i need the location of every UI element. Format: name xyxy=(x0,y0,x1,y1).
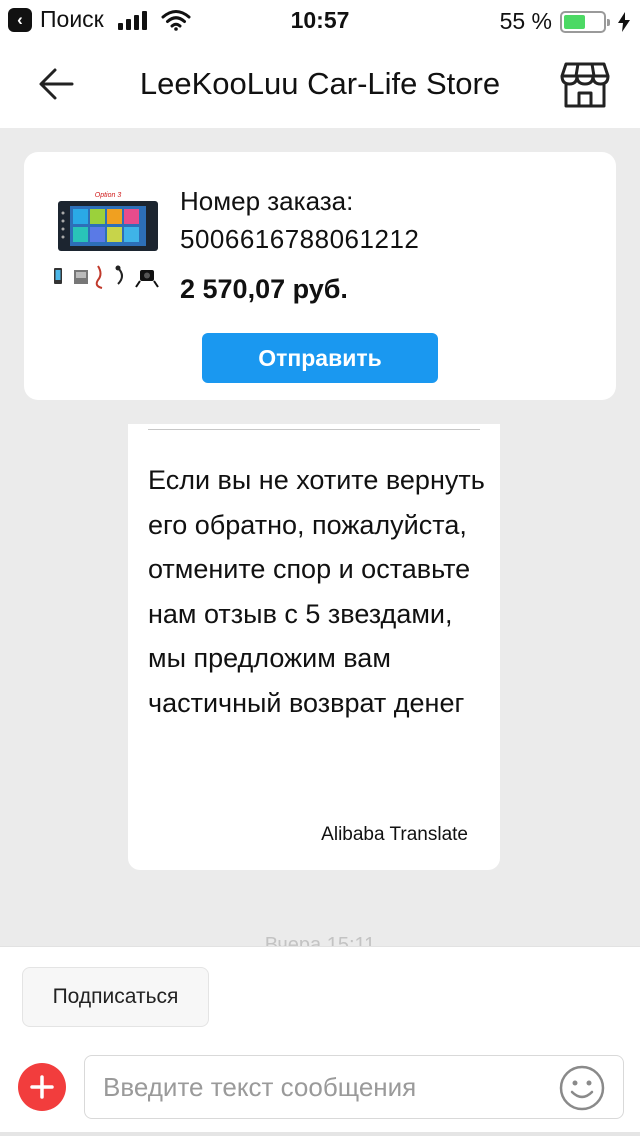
battery-level xyxy=(564,14,585,29)
message-bubble: Если вы не хотите вернуть его обратно, п… xyxy=(128,424,500,870)
send-order-button[interactable]: Отправить xyxy=(202,333,438,383)
order-card[interactable]: Option 3 Номер заказа: 5006616788061212 … xyxy=(24,152,616,400)
bubble-divider xyxy=(148,429,480,430)
status-bar: ‹ Поиск 10:57 55 % xyxy=(0,0,640,40)
message-input-box[interactable] xyxy=(84,1055,624,1119)
add-attachment-button[interactable] xyxy=(18,1063,66,1111)
message-timestamp: Вчера 15:11 xyxy=(264,934,376,946)
emoji-icon[interactable] xyxy=(559,1065,605,1111)
subscribe-button[interactable]: Подписаться xyxy=(22,967,209,1027)
charging-bolt-icon xyxy=(618,11,630,32)
store-title: LeeKooLuu Car-Life Store xyxy=(139,66,501,101)
order-price: 2 570,07 руб. xyxy=(180,274,348,304)
store-icon[interactable] xyxy=(560,62,610,108)
status-right: 55 % xyxy=(500,8,630,35)
translate-source: Alibaba Translate xyxy=(321,824,468,845)
battery-icon xyxy=(560,10,610,33)
product-image-caption: Option 3 xyxy=(95,192,122,199)
order-number: 5006616788061212 xyxy=(180,224,420,254)
message-input[interactable] xyxy=(103,1056,543,1118)
battery-percentage: 55 % xyxy=(499,8,552,34)
home-indicator xyxy=(0,1132,640,1136)
bottom-panel: Подписаться xyxy=(0,946,640,1136)
order-number-label: Номер заказа: xyxy=(180,186,354,216)
order-section: Option 3 Номер заказа: 5006616788061212 … xyxy=(0,128,640,424)
product-image[interactable]: Option 3 xyxy=(48,188,168,298)
message-text: Если вы не хотите вернуть его обратно, п… xyxy=(148,465,485,718)
plus-icon xyxy=(30,1075,54,1099)
nav-bar: LeeKooLuu Car-Life Store xyxy=(0,40,640,128)
